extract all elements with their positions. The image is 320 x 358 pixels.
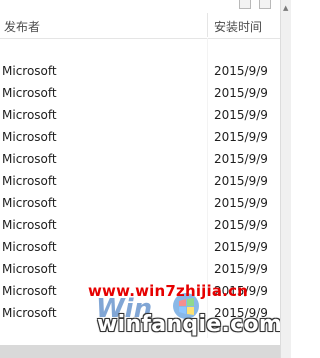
row-publisher: Microsoft bbox=[2, 174, 57, 188]
row-install-date: 2015/9/9 bbox=[214, 218, 268, 232]
watermark-site-url: www.win7zhijia.cn bbox=[88, 282, 249, 300]
watermark-site-domain: winfanqie.com bbox=[97, 312, 283, 337]
row-publisher: Microsoft bbox=[2, 152, 57, 166]
row-install-date: 2015/9/9 bbox=[214, 64, 268, 78]
row-install-date: 2015/9/9 bbox=[214, 240, 268, 254]
list-row[interactable]: Microsoft 2015/9/9 bbox=[0, 149, 281, 171]
list-row[interactable]: Microsoft 2015/9/9 bbox=[0, 105, 281, 127]
list-row[interactable]: Microsoft 2015/9/9 bbox=[0, 127, 281, 149]
row-publisher: Microsoft bbox=[2, 196, 57, 210]
row-publisher: Microsoft bbox=[2, 86, 57, 100]
row-publisher: Microsoft bbox=[2, 262, 57, 276]
column-header: 发布者 安装时间 bbox=[0, 10, 281, 39]
list-row[interactable]: Microsoft 2015/9/9 bbox=[0, 171, 281, 193]
window-controls bbox=[239, 0, 271, 9]
maximize-button[interactable] bbox=[259, 0, 271, 9]
column-divider[interactable] bbox=[207, 13, 208, 37]
row-install-date: 2015/9/9 bbox=[214, 174, 268, 188]
row-publisher: Microsoft bbox=[2, 130, 57, 144]
row-publisher: Microsoft bbox=[2, 64, 57, 78]
list-row[interactable]: Microsoft 2015/9/9 bbox=[0, 83, 281, 105]
list-row[interactable]: Microsoft 2015/9/9 bbox=[0, 61, 281, 83]
row-publisher: Microsoft bbox=[2, 240, 57, 254]
list-row[interactable]: Microsoft 2015/9/9 bbox=[0, 215, 281, 237]
scroll-up-icon[interactable]: ▲ bbox=[283, 4, 288, 12]
list-row[interactable]: Microsoft 2015/9/9 bbox=[0, 237, 281, 259]
row-install-date: 2015/9/9 bbox=[214, 196, 268, 210]
list-row[interactable]: Microsoft 2015/9/9 bbox=[0, 259, 281, 281]
row-install-date: 2015/9/9 bbox=[214, 86, 268, 100]
minimize-button[interactable] bbox=[239, 0, 251, 9]
row-install-date: 2015/9/9 bbox=[214, 108, 268, 122]
row-publisher: Microsoft bbox=[2, 108, 57, 122]
row-publisher: Microsoft bbox=[2, 284, 57, 298]
row-install-date: 2015/9/9 bbox=[214, 152, 268, 166]
row-install-date: 2015/9/9 bbox=[214, 262, 268, 276]
vertical-scrollbar[interactable]: ▲ bbox=[280, 0, 291, 358]
column-header-publisher[interactable]: 发布者 bbox=[4, 18, 40, 35]
bottom-bar bbox=[0, 345, 281, 358]
row-publisher: Microsoft bbox=[2, 218, 57, 232]
row-publisher: Microsoft bbox=[2, 306, 57, 320]
column-header-install-date[interactable]: 安装时间 bbox=[214, 18, 262, 35]
list-row[interactable]: Microsoft 2015/9/9 bbox=[0, 193, 281, 215]
row-install-date: 2015/9/9 bbox=[214, 130, 268, 144]
